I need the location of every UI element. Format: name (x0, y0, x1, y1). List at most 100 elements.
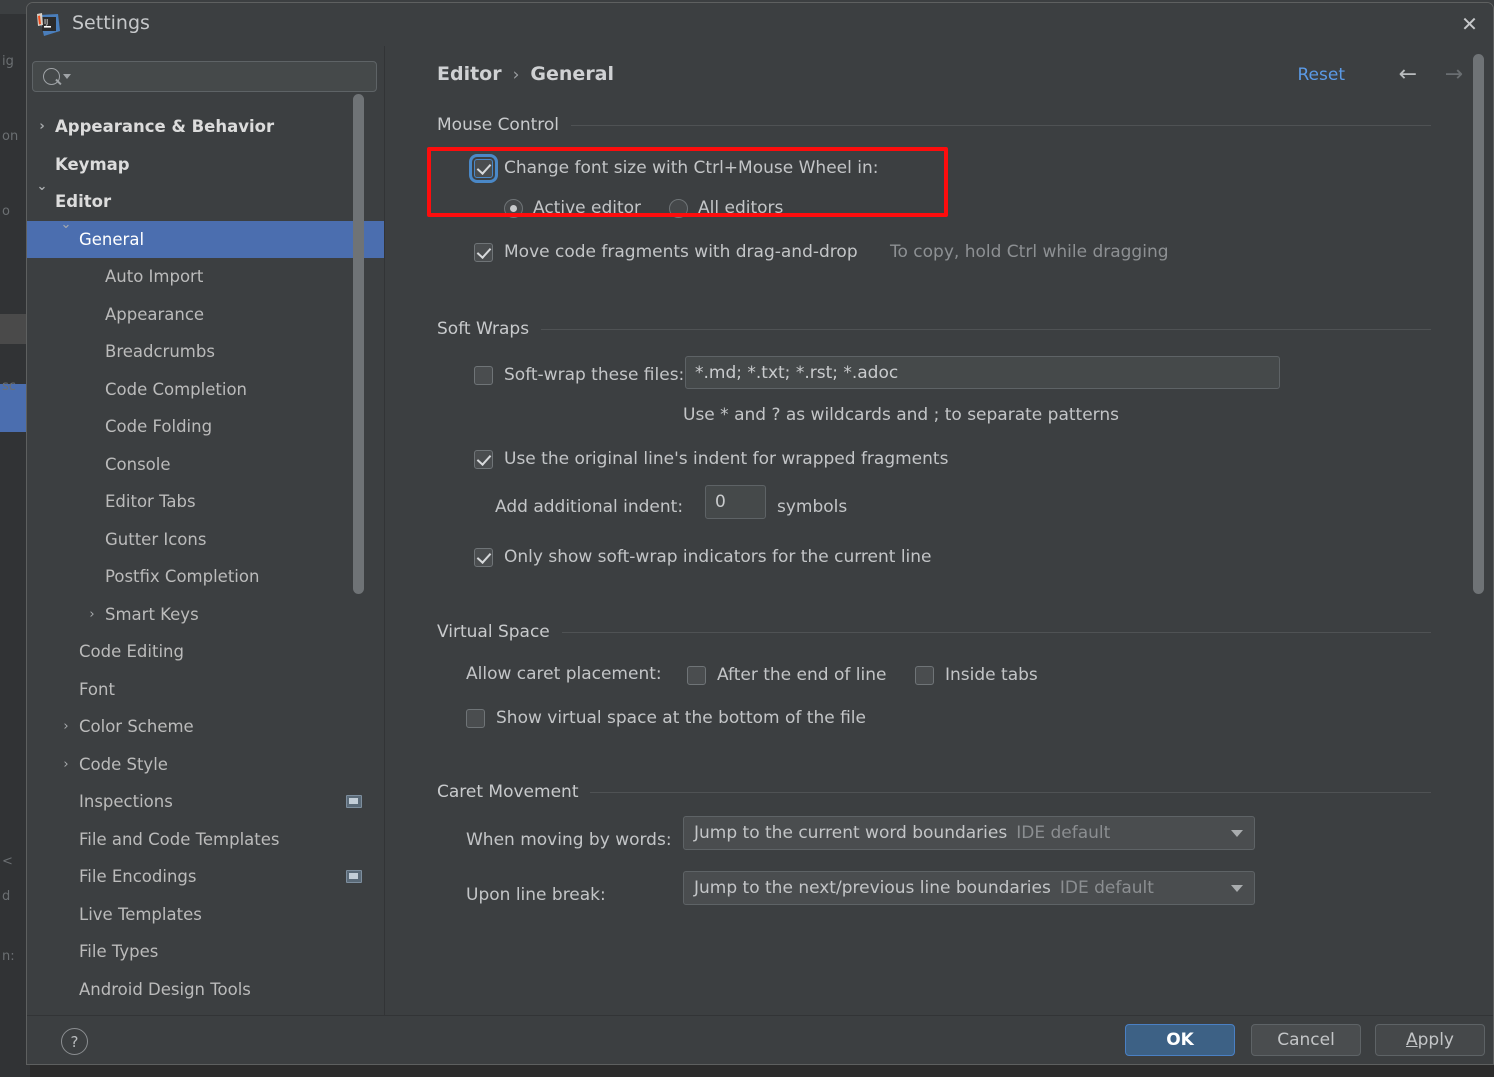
soft-wrap-indicators-checkbox-row[interactable]: Only show soft-wrap indicators for the c… (474, 547, 932, 567)
inside-tabs-label: Inside tabs (945, 665, 1038, 685)
ide-gutter-glyph: n: (2, 949, 15, 964)
sidebar-item-editor-tabs[interactable]: Editor Tabs (27, 483, 384, 521)
ok-button[interactable]: OK (1125, 1024, 1235, 1056)
sidebar-item-general[interactable]: ⌄ General (27, 217, 384, 258)
back-arrow-icon[interactable]: ← (1399, 62, 1417, 87)
sidebar-item-appearance[interactable]: Appearance (27, 296, 384, 334)
sidebar-item-file-and-code-templates[interactable]: File and Code Templates (27, 821, 384, 859)
chevron-right-icon[interactable]: › (85, 607, 99, 622)
sidebar-item-appearance-behavior[interactable]: › Appearance & Behavior (27, 108, 384, 146)
sidebar-item-smart-keys[interactable]: › Smart Keys (27, 596, 384, 634)
sidebar-item-android-design-tools[interactable]: Android Design Tools (27, 971, 384, 1009)
section-title: Caret Movement (437, 782, 579, 802)
original-indent-label: Use the original line's indent for wrapp… (504, 449, 949, 469)
sidebar-item-editor[interactable]: ⌄ Editor (27, 179, 384, 221)
cancel-button[interactable]: Cancel (1251, 1024, 1361, 1056)
sidebar-item-code-editing[interactable]: Code Editing (27, 633, 384, 671)
soft-wrap-files-input[interactable]: *.md; *.txt; *.rst; *.adoc (685, 356, 1280, 389)
sidebar-item-label: Console (105, 454, 171, 474)
section-rule (541, 328, 1431, 330)
sidebar-item-postfix-completion[interactable]: Postfix Completion (27, 558, 384, 596)
change-font-size-checkbox[interactable] (469, 153, 498, 183)
all-editors-label: All editors (698, 198, 784, 218)
sidebar-item-font[interactable]: Font (27, 671, 384, 709)
move-code-fragments-checkbox[interactable] (474, 242, 493, 262)
settings-content: Mouse Control Change font size with Ctrl… (385, 98, 1493, 1016)
svg-text:IJ: IJ (44, 18, 48, 26)
all-editors-radio[interactable] (669, 198, 688, 218)
sidebar-item-code-style[interactable]: › Code Style (27, 746, 384, 784)
sidebar-item-file-encodings[interactable]: File Encodings (27, 858, 384, 896)
soft-wrap-indicators-checkbox[interactable] (474, 547, 493, 567)
move-code-fragments-hint: To copy, hold Ctrl while dragging (890, 242, 1169, 262)
chevron-right-icon[interactable]: › (59, 757, 73, 772)
breadcrumb-root[interactable]: Editor (437, 63, 502, 85)
when-moving-by-words-value: Jump to the current word boundaries (694, 823, 1008, 843)
chevron-right-icon[interactable]: › (59, 719, 73, 734)
wildcard-hint-text: Use * and ? as wildcards and ; to separa… (683, 405, 1119, 425)
move-code-fragments-checkbox-row[interactable]: Move code fragments with drag-and-drop (474, 242, 858, 262)
active-editor-radio[interactable] (504, 198, 523, 218)
move-code-fragments-label: Move code fragments with drag-and-drop (504, 242, 858, 262)
when-moving-by-words-select[interactable]: Jump to the current word boundaries IDE … (683, 816, 1255, 850)
section-rule (561, 631, 1431, 633)
additional-indent-input[interactable]: 0 (705, 485, 766, 519)
sidebar-item-color-scheme[interactable]: › Color Scheme (27, 708, 384, 746)
search-input[interactable] (32, 61, 377, 92)
project-scope-icon (346, 795, 362, 809)
chevron-down-icon[interactable]: ⌄ (59, 217, 73, 232)
sidebar-item-gutter-icons[interactable]: Gutter Icons (27, 521, 384, 559)
apply-label-rest: pply (1417, 1030, 1454, 1050)
sidebar-item-code-completion[interactable]: Code Completion (27, 371, 384, 409)
ide-gutter-glyph: ig (2, 54, 14, 69)
sidebar-item-console[interactable]: Console (27, 446, 384, 484)
active-editor-radio-row[interactable]: Active editor (504, 198, 641, 218)
original-indent-checkbox-row[interactable]: Use the original line's indent for wrapp… (474, 449, 948, 469)
allow-caret-placement-label: Allow caret placement: (466, 664, 662, 684)
show-virtual-space-checkbox[interactable] (466, 708, 485, 728)
content-scrollbar-thumb[interactable] (1473, 54, 1484, 594)
additional-indent-unit: symbols (777, 497, 848, 517)
chevron-down-icon[interactable]: ⌄ (35, 179, 49, 194)
section-header-virtual-space: Virtual Space (437, 621, 1431, 643)
soft-wrap-files-checkbox-row[interactable]: Soft-wrap these files: (474, 365, 684, 385)
apply-button[interactable]: Apply (1375, 1024, 1485, 1056)
upon-line-break-label-row: Upon line break: (466, 885, 606, 905)
upon-line-break-select[interactable]: Jump to the next/previous line boundarie… (683, 871, 1255, 905)
when-moving-by-words-label-row: When moving by words: (466, 830, 672, 850)
ide-gutter-glyph: o (2, 204, 10, 219)
sidebar-scrollbar-track[interactable] (353, 46, 374, 1016)
sidebar-item-file-types[interactable]: File Types (27, 933, 384, 971)
soft-wrap-files-value: *.md; *.txt; *.rst; *.adoc (695, 362, 899, 383)
inside-tabs-checkbox[interactable] (915, 665, 934, 685)
section-virtual-space: Virtual Space (437, 621, 1431, 643)
after-end-of-line-checkbox[interactable] (687, 665, 706, 685)
sidebar-item-label: Appearance & Behavior (55, 117, 275, 137)
change-font-size-checkbox-row[interactable]: Change font size with Ctrl+Mouse Wheel i… (469, 153, 879, 183)
after-end-of-line-checkbox-row[interactable]: After the end of line (687, 665, 886, 685)
sidebar-item-inspections[interactable]: Inspections (27, 783, 384, 821)
sidebar-item-code-folding[interactable]: Code Folding (27, 408, 384, 446)
sidebar-item-breadcrumbs[interactable]: Breadcrumbs (27, 333, 384, 371)
sidebar-item-keymap[interactable]: Keymap (27, 146, 384, 184)
reset-link[interactable]: Reset (1298, 65, 1346, 85)
sidebar-item-label: Smart Keys (105, 604, 199, 624)
sidebar-item-label: Color Scheme (79, 717, 194, 737)
sidebar-item-live-templates[interactable]: Live Templates (27, 896, 384, 934)
show-virtual-space-checkbox-row[interactable]: Show virtual space at the bottom of the … (466, 708, 866, 728)
sidebar-item-auto-import[interactable]: Auto Import (27, 258, 384, 296)
all-editors-radio-row[interactable]: All editors (669, 198, 783, 218)
soft-wrap-files-checkbox[interactable] (474, 365, 493, 385)
section-header-soft-wraps: Soft Wraps (437, 318, 1431, 340)
chevron-right-icon[interactable]: › (35, 119, 49, 134)
close-icon[interactable]: ✕ (1446, 3, 1493, 45)
original-indent-checkbox[interactable] (474, 449, 493, 469)
after-end-of-line-label: After the end of line (717, 665, 887, 685)
section-header-mouse-control: Mouse Control (437, 114, 1431, 136)
change-font-size-label: Change font size with Ctrl+Mouse Wheel i… (504, 158, 879, 178)
chevron-down-icon (1231, 830, 1243, 837)
help-icon[interactable]: ? (61, 1028, 88, 1055)
sidebar-scrollbar-thumb[interactable] (353, 94, 364, 594)
inside-tabs-checkbox-row[interactable]: Inside tabs (915, 665, 1038, 685)
sidebar-item-label: Postfix Completion (105, 567, 260, 587)
